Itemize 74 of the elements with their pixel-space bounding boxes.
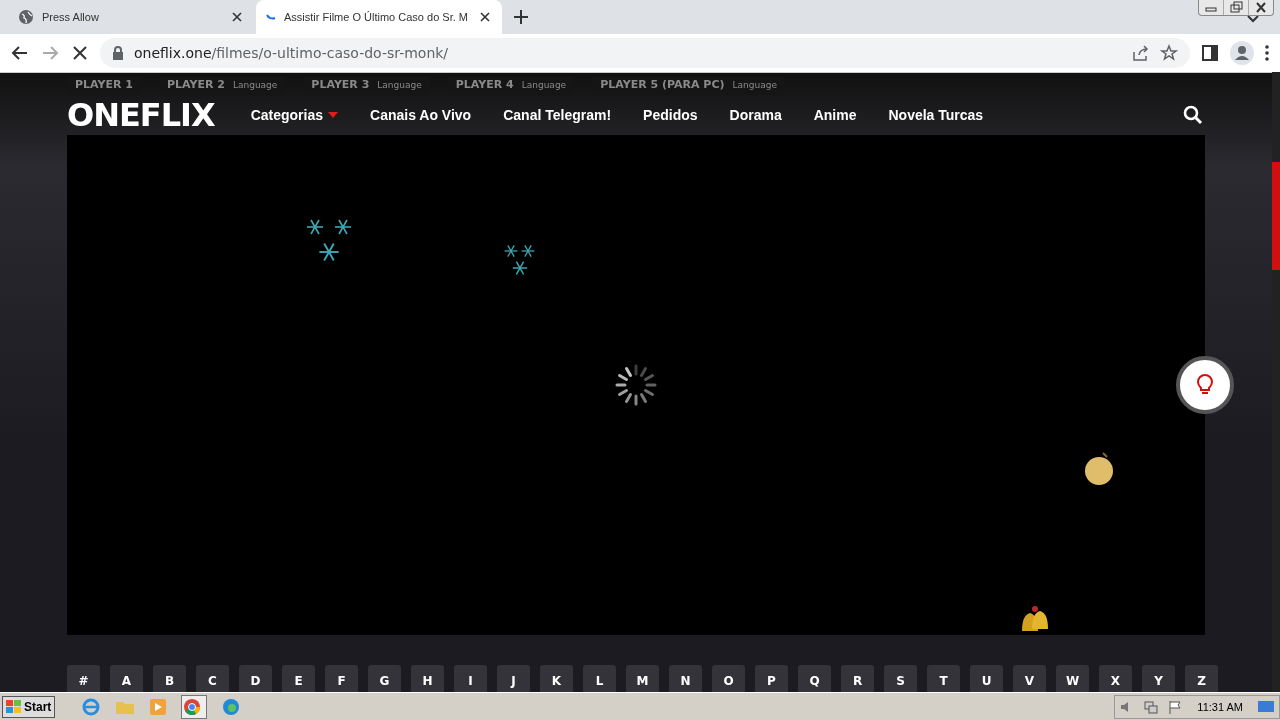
snowflake-icon — [306, 219, 352, 262]
scrollbar-thumb[interactable] — [1272, 162, 1280, 270]
letter-filter-button[interactable]: B — [153, 665, 186, 693]
star-icon[interactable] — [1160, 44, 1178, 62]
letter-filter-button[interactable]: O — [712, 665, 745, 693]
letter-filter-button[interactable]: L — [583, 665, 616, 693]
close-icon[interactable] — [230, 10, 244, 24]
nav-link[interactable]: Anime — [813, 107, 857, 123]
letter-filter-button[interactable]: N — [669, 665, 702, 693]
share-icon[interactable] — [1132, 44, 1150, 62]
letter-filter-button[interactable]: K — [540, 665, 573, 693]
player-tab[interactable]: PLAYER 3 Language — [303, 77, 430, 95]
letter-filter-button[interactable]: I — [454, 665, 487, 693]
clock: 11:31 AM — [1197, 700, 1243, 713]
language-label: Language — [521, 80, 567, 90]
letter-filter-button[interactable]: C — [196, 665, 229, 693]
side-panel-icon[interactable] — [1200, 43, 1220, 63]
loading-spinner-icon — [615, 364, 657, 406]
windows-logo-icon — [6, 699, 22, 714]
player-tab[interactable]: PLAYER 1 — [67, 77, 141, 95]
letter-filter-button[interactable]: U — [970, 665, 1003, 693]
language-label: Language — [732, 80, 777, 90]
close-icon[interactable] — [478, 10, 492, 24]
letter-filter-button[interactable]: A — [110, 665, 143, 693]
letter-filter-button[interactable]: X — [1099, 665, 1132, 693]
letter-filter-button[interactable]: J — [497, 665, 530, 693]
snowflake-icon — [503, 244, 536, 276]
nav-link[interactable]: Dorama — [729, 107, 782, 123]
letter-filter-button[interactable]: Q — [798, 665, 831, 693]
network-icon[interactable] — [1143, 698, 1160, 715]
profile-icon[interactable] — [1230, 41, 1254, 65]
nav-link[interactable]: Novela Turcas — [888, 107, 984, 123]
ornament-icon — [1085, 452, 1113, 485]
chrome-icon[interactable] — [181, 694, 208, 719]
letter-filter-button[interactable]: Z — [1185, 665, 1218, 693]
player-tab[interactable]: PLAYER 4 Language — [447, 77, 575, 95]
player-tab[interactable]: PLAYER 5 (PARA PC) Language — [592, 77, 785, 95]
nav-link[interactable]: Categorias — [250, 107, 339, 123]
flag-icon[interactable] — [1167, 698, 1184, 715]
start-button[interactable]: Start — [2, 695, 56, 718]
browser-tab[interactable]: Assistir Filme O Último Caso do Sr. M — [256, 0, 502, 34]
letter-filter-button[interactable]: D — [239, 665, 272, 693]
letter-filter-button[interactable]: E — [282, 665, 315, 693]
letter-filter-button[interactable]: # — [67, 665, 100, 693]
search-icon[interactable] — [1183, 105, 1203, 125]
loading-spinner-icon — [266, 14, 276, 20]
letter-filter-button[interactable]: R — [841, 665, 874, 693]
menu-icon[interactable] — [1264, 43, 1270, 63]
letter-filter-button[interactable]: V — [1013, 665, 1046, 693]
letter-filter-button[interactable]: H — [411, 665, 444, 693]
letter-filter-button[interactable]: W — [1056, 665, 1089, 693]
monitor-icon[interactable] — [1257, 698, 1275, 715]
letter-filter-button[interactable]: Y — [1142, 665, 1175, 693]
address-bar[interactable]: oneflix.one/filmes/o-ultimo-caso-do-sr-monk/ — [100, 38, 1190, 68]
bells-icon — [1022, 606, 1048, 631]
globe-icon — [18, 9, 34, 25]
letter-filter-button[interactable]: G — [368, 665, 401, 693]
light-bulb-button[interactable] — [1176, 356, 1234, 414]
language-label: Language — [232, 80, 278, 90]
lock-icon — [112, 46, 124, 60]
letter-filter-button[interactable]: M — [626, 665, 659, 693]
site-logo[interactable]: ONEFLIX — [67, 96, 215, 134]
letter-filter-button[interactable]: F — [325, 665, 358, 693]
letter-filter-button[interactable]: S — [884, 665, 917, 693]
nav-link[interactable]: Canal Telegram! — [503, 107, 612, 123]
light-bulb-icon — [1195, 374, 1215, 396]
letter-filter-button[interactable]: T — [927, 665, 960, 693]
browser-tab[interactable]: Press Allow — [8, 0, 254, 34]
chevron-down-icon[interactable] — [1246, 14, 1260, 24]
nav-link[interactable]: Canais Ao Vivo — [370, 107, 472, 123]
nav-link[interactable]: Pedidos — [643, 107, 698, 123]
language-label: Language — [377, 80, 422, 90]
player-tab[interactable]: PLAYER 2 Language — [158, 77, 286, 95]
letter-filter-button[interactable]: P — [755, 665, 788, 693]
